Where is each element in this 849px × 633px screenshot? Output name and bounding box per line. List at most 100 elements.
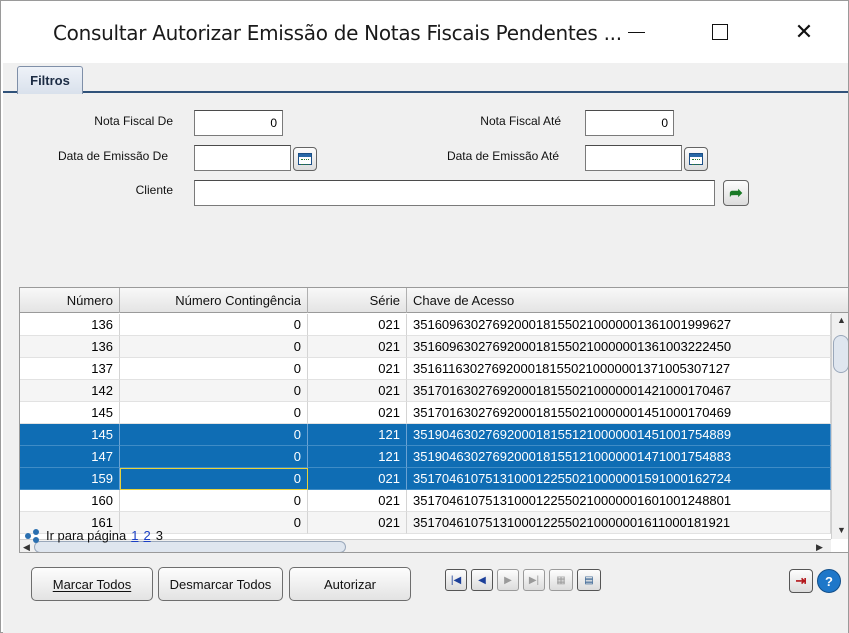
cell-numero-contingencia[interactable]: 0	[120, 490, 308, 512]
cell-serie[interactable]: 021	[308, 468, 407, 490]
maximize-button[interactable]	[697, 15, 743, 49]
cell-numero[interactable]: 160	[20, 490, 120, 512]
table-row[interactable]: 137 0 021 351611630276920001815502100000013…	[20, 358, 831, 380]
pager-link-page-1[interactable]: 1	[131, 528, 138, 543]
cell-numero-contingencia[interactable]: 0	[120, 380, 308, 402]
exit-button[interactable]: ⇥	[789, 569, 813, 593]
cell-numero-contingencia[interactable]: 0	[120, 314, 308, 336]
tab-strip: Filtros	[3, 63, 848, 94]
cell-numero[interactable]: 136	[20, 314, 120, 336]
nota-fiscal-de-input[interactable]: 0	[194, 110, 283, 136]
data-emissao-ate-input[interactable]	[585, 145, 682, 171]
cell-numero[interactable]: 147	[20, 446, 120, 468]
cell-numero[interactable]: 136	[20, 336, 120, 358]
help-icon: ?	[825, 573, 833, 589]
cell-serie[interactable]: 121	[308, 446, 407, 468]
cell-chave-acesso[interactable]: 3519046302769200018155121000000145100175…	[407, 424, 831, 446]
column-header-chave-acesso[interactable]: Chave de Acesso	[407, 288, 848, 313]
cell-chave-acesso[interactable]: 3516096302769200018155021000000136100199…	[407, 314, 831, 336]
cell-numero[interactable]: 159	[20, 468, 120, 490]
cell-numero-contingencia[interactable]: 0	[120, 402, 308, 424]
autorizar-label: Autorizar	[323, 576, 377, 592]
grid-view-button[interactable]: ▦	[549, 569, 573, 591]
cell-numero-contingencia[interactable]: 0	[120, 336, 308, 358]
cell-serie[interactable]: 021	[308, 314, 407, 336]
cell-numero-contingencia[interactable]: 0	[120, 446, 308, 468]
table-row[interactable]: 147 0 121 351904630276920001815512100000014…	[20, 446, 831, 468]
cell-numero-contingencia[interactable]: 0	[120, 424, 308, 446]
scroll-down-icon[interactable]: ▼	[837, 525, 846, 535]
column-header-numero-contingencia[interactable]: Número Contingência	[120, 288, 308, 313]
column-header-serie[interactable]: Série	[308, 288, 407, 313]
scroll-up-icon[interactable]: ▲	[837, 315, 846, 325]
data-emissao-de-calendar-button[interactable]	[293, 147, 317, 171]
next-page-icon: ▶	[504, 574, 512, 586]
cliente-input[interactable]	[194, 180, 715, 206]
vertical-scroll-thumb[interactable]	[833, 335, 848, 373]
next-page-button[interactable]: ▶	[497, 569, 519, 591]
prev-page-icon: ◀	[478, 574, 486, 586]
desmarcar-todos-button[interactable]: Desmarcar Todos	[158, 567, 283, 601]
data-emissao-ate-calendar-button[interactable]	[684, 147, 708, 171]
data-emissao-de-input[interactable]	[194, 145, 291, 171]
calendar-icon	[689, 153, 703, 165]
table-row[interactable]: 145 0 021 351701630276920001815502100000014…	[20, 402, 831, 424]
data-emissao-de-label: Data de Emissão De	[57, 149, 168, 163]
cell-numero[interactable]: 142	[20, 380, 120, 402]
cell-chave-acesso[interactable]: 3517046107513100012255021000000160100124…	[407, 490, 831, 512]
cell-numero[interactable]: 137	[20, 358, 120, 380]
cell-chave-acesso[interactable]: 3516116302769200018155021000000137100530…	[407, 358, 831, 380]
cell-numero-contingencia[interactable]: 0	[120, 358, 308, 380]
table-row[interactable]: 145 0 121 351904630276920001815512100000014…	[20, 424, 831, 446]
cell-serie[interactable]: 021	[308, 358, 407, 380]
autorizar-button[interactable]: Autorizar	[289, 567, 411, 601]
table-row[interactable]: 136 0 021 351609630276920001815502100000013…	[20, 314, 831, 336]
nota-fiscal-ate-input[interactable]: 0	[585, 110, 674, 136]
maximize-icon	[712, 24, 728, 40]
table-row[interactable]: 136 0 021 351609630276920001815502100000013…	[20, 336, 831, 358]
cell-serie[interactable]: 021	[308, 380, 407, 402]
cell-chave-acesso[interactable]: 3517046107513100012255021000000161100018…	[407, 512, 831, 534]
export-button[interactable]: ▤	[577, 569, 601, 591]
cliente-search-button[interactable]: ➦	[723, 180, 749, 206]
pager-link-page-2[interactable]: 2	[143, 528, 150, 543]
cell-chave-acesso[interactable]: 3517016302769200018155021000000142100017…	[407, 380, 831, 402]
calendar-icon	[298, 153, 312, 165]
cell-serie[interactable]: 021	[308, 512, 407, 534]
prev-page-button[interactable]: ◀	[471, 569, 493, 591]
cell-serie[interactable]: 121	[308, 424, 407, 446]
cell-serie[interactable]: 021	[308, 490, 407, 512]
cell-serie[interactable]: 021	[308, 402, 407, 424]
nota-fiscal-de-label: Nota Fiscal De	[94, 114, 173, 128]
help-button[interactable]: ?	[817, 569, 841, 593]
cell-serie[interactable]: 021	[308, 336, 407, 358]
table-row[interactable]: 160 0 021 351704610751310001225502100000016…	[20, 490, 831, 512]
cell-chave-acesso[interactable]: 3517016302769200018155021000000145100017…	[407, 402, 831, 424]
last-page-button[interactable]: ▶|	[523, 569, 545, 591]
cell-numero-contingencia[interactable]: 0	[120, 468, 308, 490]
pager: Ir para página 1 2 3	[25, 528, 163, 543]
cell-numero[interactable]: 145	[20, 402, 120, 424]
cell-chave-acesso[interactable]: 3516096302769200018155021000000136100322…	[407, 336, 831, 358]
cell-numero[interactable]: 145	[20, 424, 120, 446]
table-row[interactable]: 142 0 021 351701630276920001815502100000014…	[20, 380, 831, 402]
column-header-numero[interactable]: Número	[20, 288, 120, 313]
minimize-button[interactable]	[613, 15, 659, 49]
table-row[interactable]: 159 0 021 351704610751310001225502100000015…	[20, 468, 831, 490]
minimize-icon	[627, 31, 645, 33]
cell-chave-acesso[interactable]: 3517046107513100012255021000000159100016…	[407, 468, 831, 490]
first-page-button[interactable]: |◀	[445, 569, 467, 591]
pages-icon	[25, 528, 41, 543]
nota-fiscal-ate-label: Nota Fiscal Até	[480, 114, 561, 128]
cell-chave-acesso[interactable]: 3519046302769200018155121000000147100175…	[407, 446, 831, 468]
notas-grid: Número Número Contingência Série Chave d…	[19, 287, 849, 553]
close-button[interactable]: ✕	[781, 15, 827, 49]
tab-filtros[interactable]: Filtros	[17, 66, 83, 94]
marcar-todos-button[interactable]: Marcar Todos	[31, 567, 153, 601]
export-icon: ▤	[584, 574, 594, 586]
scroll-left-icon[interactable]: ◀	[23, 542, 30, 552]
scroll-right-icon[interactable]: ▶	[816, 542, 823, 552]
pager-label: Ir para página	[46, 528, 127, 543]
client-area: Filtros Nota Fiscal De 0 Nota Fiscal Até…	[3, 63, 849, 633]
vertical-scrollbar[interactable]: ▲ ▼	[831, 313, 848, 539]
